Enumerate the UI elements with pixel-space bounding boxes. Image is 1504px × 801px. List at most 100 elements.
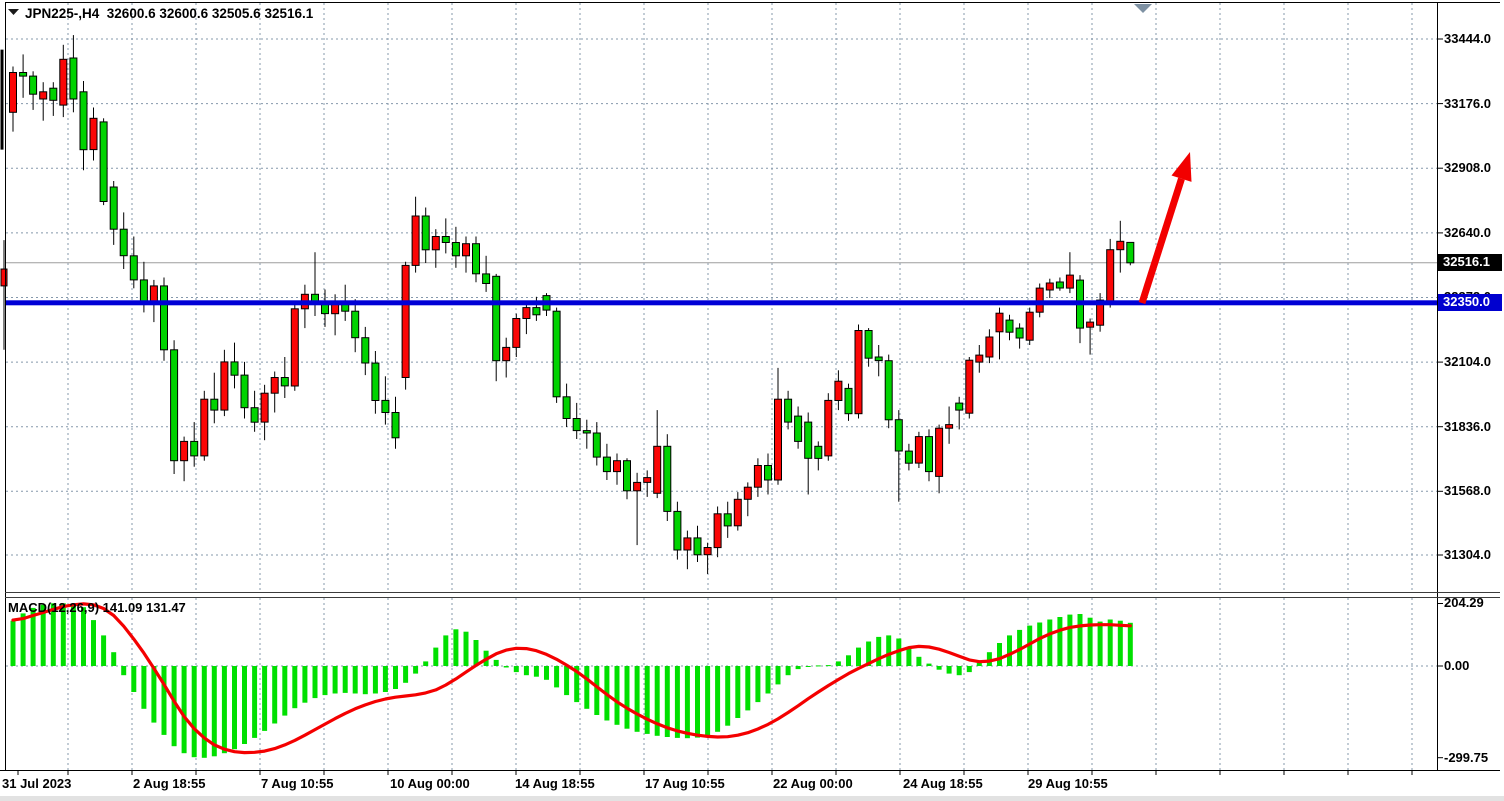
candle: [664, 434, 671, 521]
candle: [704, 543, 711, 574]
candle: [805, 413, 812, 495]
candle: [20, 54, 27, 97]
chart-window: JPN225-,H4 32600.6 32600.6 32505.6 32516…: [0, 0, 1504, 801]
candle: [1006, 315, 1013, 340]
candle: [1016, 323, 1023, 348]
candle: [775, 368, 782, 485]
candle: [130, 237, 137, 289]
candle: [644, 470, 651, 497]
candle: [201, 391, 208, 461]
candle: [352, 299, 359, 352]
candle: [493, 274, 500, 381]
candle: [986, 329, 993, 363]
candle: [855, 325, 862, 419]
candle: [936, 425, 943, 494]
candle: [603, 444, 610, 480]
candle: [654, 410, 661, 498]
time-axis-label: 10 Aug 00:00: [390, 776, 470, 791]
chart-canvas: [0, 0, 1504, 801]
candle: [100, 118, 107, 205]
candle: [30, 71, 37, 110]
macd-signal-line: [13, 604, 1130, 753]
price-axis-label: 33444.0: [1444, 31, 1491, 46]
candle: [634, 473, 641, 545]
candle: [241, 362, 248, 419]
candle: [956, 397, 963, 430]
candle: [734, 492, 741, 530]
candle: [724, 502, 731, 538]
candle: [191, 422, 198, 467]
candle: [815, 441, 822, 470]
candle: [503, 338, 510, 378]
support-line[interactable]: [6, 300, 1437, 305]
candle: [885, 355, 892, 429]
candle: [80, 81, 87, 170]
candle: [161, 278, 168, 361]
candle: [1087, 319, 1094, 355]
candle: [624, 458, 631, 499]
price-axis-label: 31568.0: [1444, 483, 1491, 498]
chart-shift-marker-icon[interactable]: [1134, 4, 1152, 13]
candle: [926, 429, 933, 481]
candle: [231, 343, 238, 389]
candle: [523, 304, 530, 334]
candle: [281, 357, 288, 398]
candle: [483, 256, 490, 292]
candle: [181, 437, 188, 482]
candle: [1107, 239, 1114, 308]
candle: [10, 67, 17, 132]
candle: [261, 385, 268, 440]
symbol-dropdown-icon[interactable]: [8, 9, 19, 15]
candle: [422, 208, 429, 264]
candle: [221, 350, 228, 416]
candle: [694, 526, 701, 562]
candle: [895, 410, 902, 502]
candle: [865, 328, 872, 367]
price-axis-label: 32908.0: [1444, 160, 1491, 175]
candle: [714, 507, 721, 558]
candle: [905, 444, 912, 471]
candle: [442, 218, 449, 253]
trend-arrow[interactable]: [1142, 152, 1192, 303]
macd-axis-label: 0.00: [1444, 658, 1469, 673]
axis-ticks: [18, 39, 1443, 775]
candle: [60, 45, 67, 117]
current-price-label: 32516.1: [1438, 254, 1502, 271]
candle: [402, 262, 409, 390]
price-axis-label: 32640.0: [1444, 225, 1491, 240]
candle: [915, 432, 922, 468]
candle: [583, 420, 590, 449]
candle: [996, 308, 1003, 360]
candle: [372, 351, 379, 414]
candle: [110, 181, 117, 245]
candle: [452, 227, 459, 268]
candle: [171, 340, 178, 474]
candle: [362, 327, 369, 375]
time-axis-label: 14 Aug 18:55: [515, 776, 595, 791]
candle: [120, 212, 127, 269]
candle: [563, 384, 570, 427]
candle: [1127, 242, 1134, 265]
candle: [322, 290, 329, 327]
candle: [211, 373, 218, 424]
price-axis-label: 32104.0: [1444, 354, 1491, 369]
candle: [271, 372, 278, 413]
candle: [473, 237, 480, 283]
candle: [432, 229, 439, 268]
candle: [513, 314, 520, 357]
candle: [90, 108, 97, 161]
candle: [70, 35, 77, 112]
candle: [765, 454, 772, 495]
time-axis-label: 31 Jul 2023: [2, 776, 71, 791]
price-axis-label: 31836.0: [1444, 419, 1491, 434]
candle: [684, 531, 691, 570]
macd-indicator-label: MACD(12,26,9) 141.09 131.47: [8, 600, 186, 615]
candle: [1046, 279, 1053, 298]
candle: [976, 345, 983, 373]
candle: [593, 422, 600, 465]
candle: [825, 393, 832, 461]
symbol-ohlc-header: JPN225-,H4 32600.6 32600.6 32505.6 32516…: [25, 6, 313, 21]
candle: [463, 237, 470, 273]
candle: [412, 197, 419, 273]
candle: [754, 458, 761, 497]
